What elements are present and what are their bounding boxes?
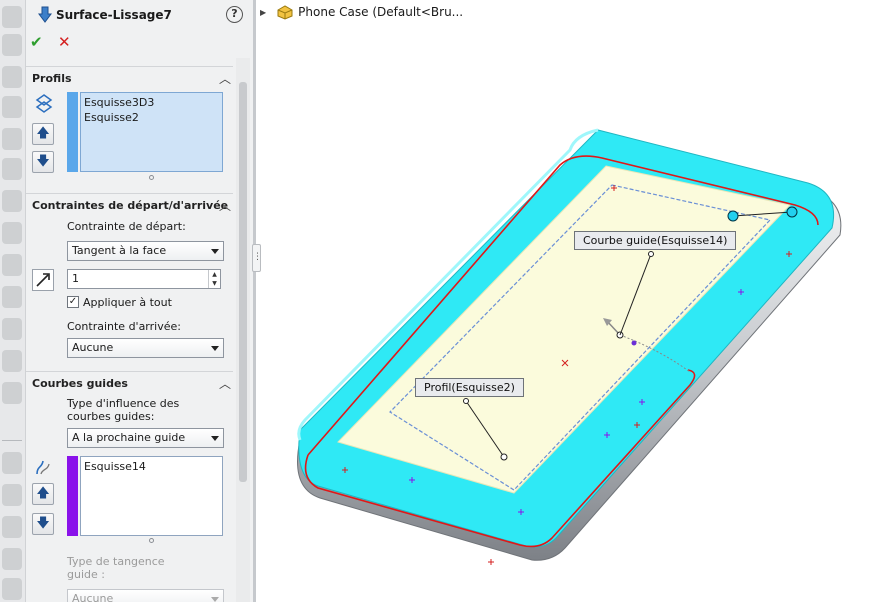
resize-grip-icon[interactable] [149, 175, 154, 180]
dropdown-arrow-icon [211, 436, 219, 441]
strip-tool-icon[interactable] [2, 96, 22, 118]
feature-title: Surface-Lissage7 [56, 8, 172, 22]
influence-type-label: Type d'influence des courbes guides: [67, 397, 180, 423]
section-title: Contraintes de départ/d'arrivée [32, 199, 229, 212]
strip-tool-icon[interactable] [2, 452, 22, 474]
list-item[interactable]: Esquisse14 [81, 459, 222, 474]
direction-vector-button[interactable] [32, 269, 54, 291]
end-constraint-label: Contrainte d'arrivée: [67, 320, 181, 333]
loft-surface-icon [38, 6, 52, 23]
strip-tool-icon[interactable] [2, 6, 22, 28]
strip-tool-icon[interactable] [2, 318, 22, 340]
callout-anchor [463, 398, 469, 404]
command-strip [0, 0, 26, 602]
end-constraint-value: Aucune [72, 341, 114, 354]
strip-tool-icon[interactable] [2, 34, 22, 56]
tangency-type-label: Type de tangence guide : [67, 555, 165, 581]
strip-tool-icon[interactable] [2, 158, 22, 180]
dropdown-arrow-icon [211, 249, 219, 254]
scrollbar-thumb[interactable] [239, 82, 247, 482]
connector-handle[interactable] [727, 210, 739, 222]
strip-tool-icon[interactable] [2, 484, 22, 506]
arrow-vector-icon [36, 273, 50, 287]
dropdown-arrow-icon [211, 597, 219, 602]
panel-scrollbar[interactable] [236, 58, 250, 602]
start-constraint-label: Contrainte de départ: [67, 220, 186, 233]
move-up-button[interactable]: 🡅 [32, 123, 54, 145]
strip-tool-icon[interactable] [2, 128, 22, 150]
feature-header: Surface-Lissage7 [38, 6, 172, 24]
callout-profile[interactable]: Profil(Esquisse2) [415, 378, 524, 397]
list-item[interactable]: Esquisse3D3 [81, 95, 222, 110]
collapse-chevron-icon[interactable]: ︿ [219, 70, 231, 87]
tangency-type-value: Aucune [72, 592, 114, 602]
strip-tool-icon[interactable] [2, 578, 22, 600]
end-constraint-select[interactable]: Aucune [67, 338, 224, 358]
strip-tool-icon[interactable] [2, 254, 22, 276]
connector-handle[interactable] [786, 206, 798, 218]
strip-tool-icon[interactable] [2, 382, 22, 404]
section-header-profiles[interactable]: Profils ︿ [26, 66, 233, 88]
tangency-type-select[interactable]: Aucune [67, 589, 224, 602]
strip-tool-icon[interactable] [2, 222, 22, 244]
cancel-button[interactable]: ✕ [58, 33, 71, 51]
callout-guide-curve[interactable]: Courbe guide(Esquisse14) [574, 231, 737, 250]
profiles-color-bar [67, 92, 78, 172]
section-title: Profils [32, 72, 72, 85]
profile-loft-icon [35, 94, 53, 113]
profiles-list[interactable]: Esquisse3D3 Esquisse2 [80, 92, 223, 172]
apply-all-label: Appliquer à tout [83, 296, 172, 309]
move-down-button[interactable]: 🡇 [32, 151, 54, 173]
guides-list[interactable]: Esquisse14 [80, 456, 223, 536]
callout-anchor [500, 453, 508, 461]
tangent-length-value: 1 [72, 272, 79, 285]
strip-divider [2, 440, 22, 441]
help-button[interactable]: ? [226, 6, 243, 23]
strip-tool-icon[interactable] [2, 548, 22, 570]
section-title: Courbes guides [32, 377, 128, 390]
influence-type-value: A la prochaine guide [72, 431, 186, 444]
strip-tool-icon[interactable] [2, 286, 22, 308]
tangent-length-stepper[interactable]: 1 ▲ ▼ [67, 269, 221, 289]
guides-color-bar [67, 456, 78, 536]
collapse-chevron-icon[interactable]: ︿ [219, 197, 231, 214]
section-header-constraints[interactable]: Contraintes de départ/d'arrivée ︿ [26, 193, 233, 215]
callout-anchor [648, 251, 654, 257]
graphics-viewport[interactable] [256, 0, 876, 602]
collapse-chevron-icon[interactable]: ︿ [219, 375, 231, 392]
apply-all-checkbox[interactable]: ✓ [67, 296, 79, 308]
ok-button[interactable]: ✔ [30, 33, 43, 51]
start-constraint-value: Tangent à la face [72, 244, 167, 257]
stepper-arrows-icon[interactable]: ▲ ▼ [208, 270, 220, 288]
strip-tool-icon[interactable] [2, 516, 22, 538]
influence-type-select[interactable]: A la prochaine guide [67, 428, 224, 448]
list-item[interactable]: Esquisse2 [81, 110, 222, 125]
strip-tool-icon[interactable] [2, 190, 22, 212]
move-up-button[interactable]: 🡅 [32, 483, 54, 505]
resize-grip-icon[interactable] [149, 538, 154, 543]
strip-tool-icon[interactable] [2, 66, 22, 88]
strip-tool-icon[interactable] [2, 350, 22, 372]
start-constraint-select[interactable]: Tangent à la face [67, 241, 224, 261]
move-down-button[interactable]: 🡇 [32, 513, 54, 535]
guide-curve-icon [36, 460, 50, 475]
dropdown-arrow-icon [211, 346, 219, 351]
section-header-guides[interactable]: Courbes guides ︿ [26, 371, 233, 393]
